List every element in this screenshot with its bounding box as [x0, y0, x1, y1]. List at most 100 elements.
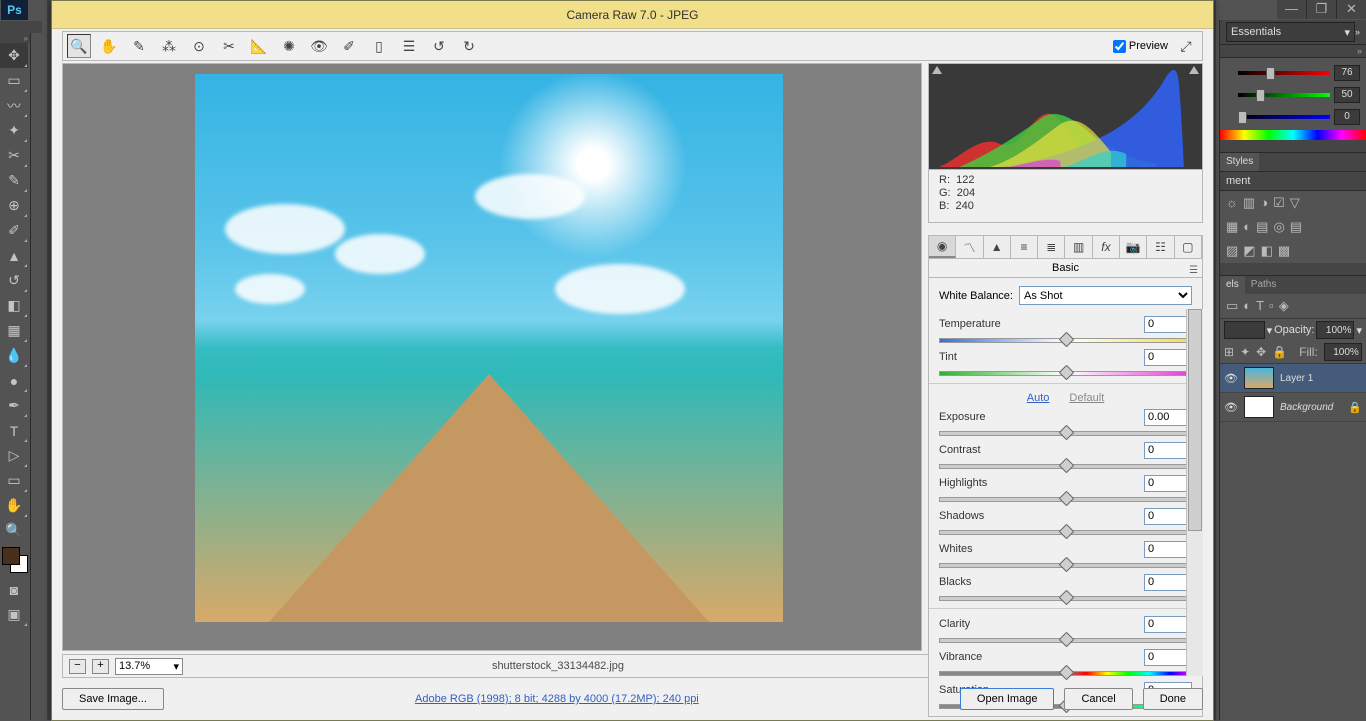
workflow-options-link[interactable]: Adobe RGB (1998); 8 bit; 4288 by 4000 (1…: [164, 693, 950, 705]
save-image-button[interactable]: Save Image...: [62, 688, 164, 710]
cr-fullscreen-button[interactable]: ⤢: [1174, 34, 1198, 58]
brush-tool[interactable]: ✐: [0, 218, 28, 243]
history-brush-tool[interactable]: ↺: [0, 268, 28, 293]
lock-all-icon[interactable]: 🔒: [1272, 345, 1287, 359]
foreground-background-colors[interactable]: [2, 547, 28, 573]
cr-tab-presets[interactable]: ☷: [1147, 236, 1174, 258]
shadow-clip-icon[interactable]: [932, 66, 942, 74]
cr-tab-snapshots[interactable]: ▢: [1175, 236, 1202, 258]
layer-item-background[interactable]: 👁Background🔒: [1220, 393, 1366, 422]
cancel-button[interactable]: Cancel: [1064, 688, 1132, 710]
color-r-value[interactable]: 76: [1334, 65, 1360, 81]
lasso-tool[interactable]: 〰: [0, 93, 28, 118]
hand-tool[interactable]: ✋: [0, 493, 28, 518]
layer-item-layer1[interactable]: 👁Layer 1: [1220, 364, 1366, 393]
highlights-input[interactable]: [1144, 475, 1192, 492]
color-g-value[interactable]: 50: [1334, 87, 1360, 103]
open-image-button[interactable]: Open Image: [960, 688, 1055, 710]
cr-prefs-button[interactable]: ☰: [397, 34, 421, 58]
blur-tool[interactable]: 💧: [0, 343, 28, 368]
fill-input[interactable]: [1324, 343, 1362, 361]
highlights-slider[interactable]: [939, 493, 1192, 503]
cr-grad-filter-tool[interactable]: ▯: [367, 34, 391, 58]
cr-wb-tool[interactable]: ✎: [127, 34, 151, 58]
eraser-tool[interactable]: ◧: [0, 293, 28, 318]
zoom-tool[interactable]: 🔍: [0, 518, 28, 543]
cr-tab-camera[interactable]: 📷: [1120, 236, 1147, 258]
visibility-icon[interactable]: 👁: [1224, 372, 1238, 385]
cr-redeye-tool[interactable]: 👁: [307, 34, 331, 58]
color-b-value[interactable]: 0: [1334, 109, 1360, 125]
color-ramp[interactable]: [1220, 130, 1366, 140]
cr-crop-tool[interactable]: ✂: [217, 34, 241, 58]
temperature-input[interactable]: [1144, 316, 1192, 333]
vibrance-input[interactable]: [1144, 649, 1192, 666]
temperature-slider[interactable]: [939, 334, 1192, 344]
clarity-slider[interactable]: [939, 634, 1192, 644]
heal-tool[interactable]: ⊕: [0, 193, 28, 218]
vibrance-slider[interactable]: [939, 667, 1192, 677]
cr-hand-tool[interactable]: ✋: [97, 34, 121, 58]
lock-icon[interactable]: ⊞: [1224, 345, 1234, 359]
cr-preview-image[interactable]: [195, 74, 783, 622]
tint-input[interactable]: [1144, 349, 1192, 366]
cr-tab-curve[interactable]: 〽: [956, 236, 983, 258]
wb-dropdown[interactable]: As Shot: [1019, 286, 1192, 305]
zoom-out-button[interactable]: −: [69, 659, 86, 674]
cr-panel-scrollbar[interactable]: [1186, 309, 1203, 676]
window-close-button[interactable]: ✕: [1337, 0, 1366, 19]
workspace-switcher[interactable]: Essentials▾»: [1220, 20, 1366, 45]
opacity-input[interactable]: [1316, 321, 1354, 339]
blacks-input[interactable]: [1144, 574, 1192, 591]
cr-targeted-tool[interactable]: ⊙: [187, 34, 211, 58]
exposure-input[interactable]: [1144, 409, 1192, 426]
cr-adjust-brush-tool[interactable]: ✐: [337, 34, 361, 58]
marquee-tool[interactable]: ▭: [0, 68, 28, 93]
lock-position-icon[interactable]: ✥: [1256, 345, 1266, 359]
path-select-tool[interactable]: ▷: [0, 443, 28, 468]
crop-tool[interactable]: ✂: [0, 143, 28, 168]
cr-tab-fx[interactable]: fx: [1093, 236, 1120, 258]
highlight-clip-icon[interactable]: [1189, 66, 1199, 74]
cr-tab-detail[interactable]: ▲: [984, 236, 1011, 258]
cr-rotate-ccw-button[interactable]: ↺: [427, 34, 451, 58]
clarity-input[interactable]: [1144, 616, 1192, 633]
auto-link[interactable]: Auto: [1027, 392, 1050, 404]
window-minimize-button[interactable]: —: [1277, 0, 1307, 19]
lock-pixels-icon[interactable]: ✦: [1240, 345, 1250, 359]
eyedropper-tool[interactable]: ✎: [0, 168, 28, 193]
blend-mode-dropdown[interactable]: [1224, 321, 1265, 339]
cr-color-sampler-tool[interactable]: ⁂: [157, 34, 181, 58]
cr-zoom-tool[interactable]: 🔍: [67, 34, 91, 58]
shape-tool[interactable]: ▭: [0, 468, 28, 493]
dodge-tool[interactable]: ●: [0, 368, 28, 393]
type-tool[interactable]: T: [0, 418, 28, 443]
paths-tab[interactable]: Paths: [1245, 276, 1283, 294]
contrast-input[interactable]: [1144, 442, 1192, 459]
contrast-slider[interactable]: [939, 460, 1192, 470]
cr-histogram[interactable]: [928, 63, 1203, 170]
shadows-input[interactable]: [1144, 508, 1192, 525]
zoom-level-dropdown[interactable]: 13.7%▾: [115, 658, 183, 675]
stamp-tool[interactable]: ▲: [0, 243, 28, 268]
done-button[interactable]: Done: [1143, 688, 1203, 710]
magic-wand-tool[interactable]: ✦: [0, 118, 28, 143]
whites-input[interactable]: [1144, 541, 1192, 558]
move-tool[interactable]: ✥: [0, 43, 28, 68]
gradient-tool[interactable]: ▦: [0, 318, 28, 343]
channels-tab[interactable]: els: [1220, 276, 1245, 294]
preview-checkbox[interactable]: Preview: [1113, 40, 1168, 53]
cr-rotate-cw-button[interactable]: ↻: [457, 34, 481, 58]
default-link[interactable]: Default: [1069, 392, 1104, 404]
styles-tab[interactable]: Styles: [1220, 153, 1259, 171]
tint-slider[interactable]: [939, 367, 1192, 377]
cr-tab-hsl[interactable]: ≡: [1011, 236, 1038, 258]
exposure-slider[interactable]: [939, 427, 1192, 437]
cr-spot-tool[interactable]: ✺: [277, 34, 301, 58]
window-maximize-button[interactable]: ❐: [1307, 0, 1337, 19]
cr-straighten-tool[interactable]: 📐: [247, 34, 271, 58]
pen-tool[interactable]: ✒: [0, 393, 28, 418]
cr-tab-lens[interactable]: ▥: [1065, 236, 1092, 258]
whites-slider[interactable]: [939, 559, 1192, 569]
zoom-in-button[interactable]: +: [92, 659, 109, 674]
